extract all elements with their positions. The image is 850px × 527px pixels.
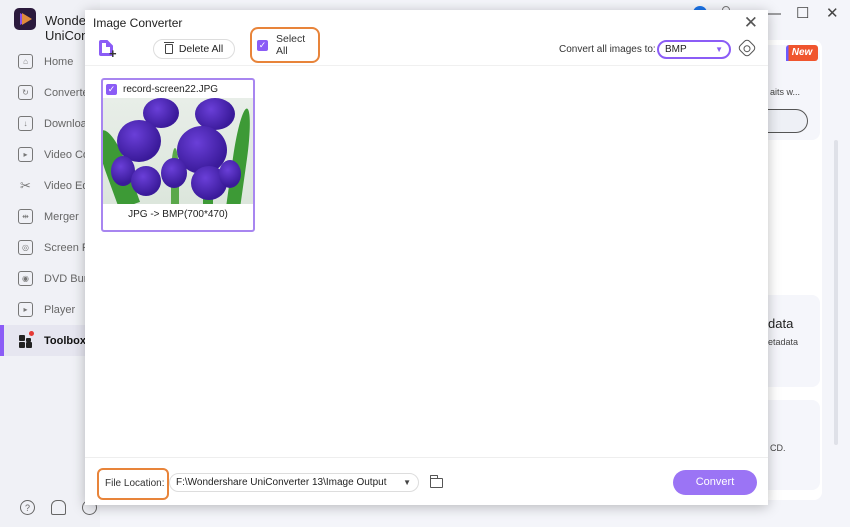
sidebar-item-label: Merger <box>44 210 79 223</box>
chevron-down-icon: ▼ <box>403 478 411 487</box>
file-location-value: F:\Wondershare UniConverter 13\Image Out… <box>176 477 387 488</box>
scrollbar[interactable] <box>834 140 838 445</box>
image-item-header: ✓ record-screen22.JPG <box>103 80 253 98</box>
chevron-down-icon: ▼ <box>715 45 723 54</box>
merger-icon: ⇹ <box>18 209 33 224</box>
window-controls: — ☐ ✕ <box>766 6 839 21</box>
output-format-value: BMP <box>665 44 687 55</box>
sidebar-item-label: Player <box>44 303 76 316</box>
image-checkbox[interactable]: ✓ <box>106 83 117 95</box>
maximize-button[interactable]: ☐ <box>796 6 809 21</box>
tool-card-desc: etadata <box>768 337 799 347</box>
home-icon: ⌂ <box>18 54 33 69</box>
trash-icon <box>163 42 174 54</box>
bell-icon[interactable] <box>51 500 66 515</box>
dialog-title: Image Converter <box>93 16 183 30</box>
select-all-label: Select All <box>276 33 306 57</box>
file-location-label: File Location: <box>97 468 169 500</box>
image-thumbnail <box>103 98 253 204</box>
app-logo-icon <box>14 8 36 30</box>
output-format-select[interactable]: BMP ▼ <box>657 40 731 59</box>
dialog-toolbar: + Delete All ✓ Select All Convert all im… <box>85 27 768 65</box>
tool-card-title: data <box>768 316 794 331</box>
close-dialog-button[interactable]: ✕ <box>744 13 758 33</box>
screen-record-icon: ◎ <box>18 240 33 255</box>
sidebar-item-label: Toolbox <box>44 334 86 347</box>
add-image-button[interactable]: + <box>99 40 119 60</box>
video-compress-icon: ▸ <box>18 147 33 162</box>
file-location-select[interactable]: F:\Wondershare UniConverter 13\Image Out… <box>169 473 419 492</box>
settings-gear-icon[interactable] <box>737 38 757 58</box>
delete-all-button[interactable]: Delete All <box>153 39 235 59</box>
image-list-area: ✓ record-screen22.JPG JPG -> BMP(700*470… <box>85 65 768 457</box>
image-filename: record-screen22.JPG <box>123 83 219 95</box>
tool-card-desc: aits w... <box>770 87 801 97</box>
conversion-info: JPG -> BMP(700*470) <box>128 209 228 220</box>
help-icon[interactable]: ? <box>20 500 35 515</box>
convert-all-label: Convert all images to: <box>559 44 656 55</box>
scissors-icon: ✂ <box>20 177 31 193</box>
image-item[interactable]: ✓ record-screen22.JPG JPG -> BMP(700*470… <box>101 78 255 232</box>
toolbox-icon <box>18 331 34 348</box>
checkbox-checked-icon: ✓ <box>257 39 268 51</box>
plus-icon: + <box>109 46 117 61</box>
select-all-checkbox[interactable]: ✓ Select All <box>250 27 320 63</box>
dialog-footer: File Location: F:\Wondershare UniConvert… <box>85 457 768 505</box>
open-folder-icon[interactable] <box>430 475 443 488</box>
converter-icon: ↻ <box>18 85 33 100</box>
new-badge: New <box>786 45 818 61</box>
close-window-button[interactable]: ✕ <box>826 6 839 21</box>
dvd-icon: ◉ <box>18 271 33 286</box>
player-icon: ▸ <box>18 302 33 317</box>
tool-card-desc: CD. <box>770 443 786 453</box>
sidebar-item-label: Home <box>44 55 74 68</box>
convert-button[interactable]: Convert <box>673 470 757 495</box>
download-icon: ↓ <box>18 116 33 131</box>
image-converter-dialog: Image Converter ✕ + Delete All ✓ Select … <box>85 10 768 505</box>
delete-all-label: Delete All <box>178 43 224 55</box>
